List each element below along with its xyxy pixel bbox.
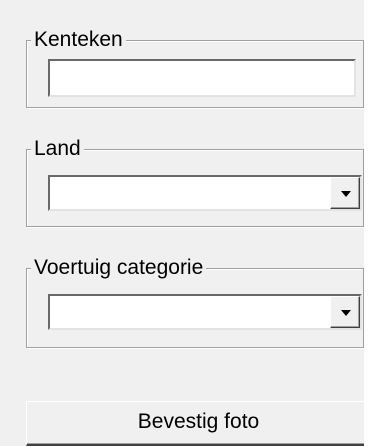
chevron-down-icon [341, 191, 351, 197]
land-dropdown-button[interactable] [330, 177, 360, 209]
land-groupbox: Land [26, 136, 364, 227]
kenteken-label: Kenteken [31, 27, 126, 53]
kenteken-input[interactable] [48, 59, 356, 97]
land-label: Land [31, 136, 84, 162]
kenteken-groupbox: Kenteken [26, 27, 364, 108]
panel-edge [364, 0, 386, 446]
land-select[interactable] [48, 175, 362, 211]
voertuig-categorie-dropdown-button[interactable] [330, 296, 360, 328]
voertuig-categorie-select[interactable] [48, 294, 362, 330]
voertuig-categorie-groupbox: Voertuig categorie [26, 255, 364, 348]
chevron-down-icon [341, 310, 351, 316]
voertuig-categorie-label: Voertuig categorie [31, 255, 207, 281]
bevestig-foto-button[interactable]: Bevestig foto [26, 401, 372, 446]
form-panel: Kenteken Land Voertuig categorie Bevesti… [0, 0, 386, 446]
